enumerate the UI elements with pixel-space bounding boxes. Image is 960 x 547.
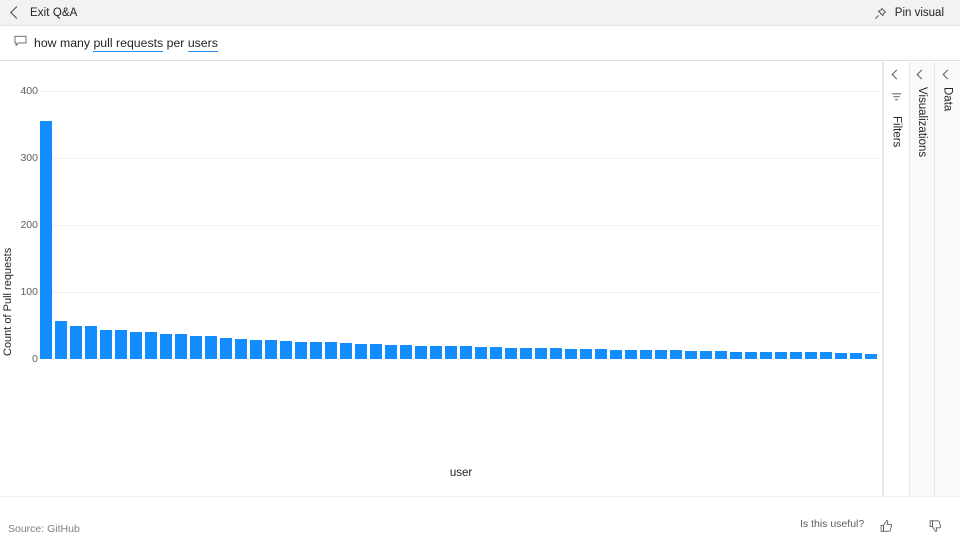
bar[interactable]: [775, 352, 787, 359]
speech-bubble-icon: [14, 34, 27, 52]
bar[interactable]: [190, 335, 202, 359]
qa-prefix: how many: [34, 36, 94, 50]
bar[interactable]: [550, 348, 562, 359]
pane-visualizations[interactable]: Visualizations: [909, 62, 934, 496]
qa-input-row: how many pull requests per users: [0, 26, 960, 61]
pane-filters[interactable]: Filters: [883, 62, 909, 496]
bar[interactable]: [100, 329, 112, 359]
filter-icon: [891, 90, 902, 108]
bar[interactable]: [445, 346, 457, 359]
qa-term-pull-requests[interactable]: pull requests: [93, 36, 164, 52]
qa-search-input[interactable]: how many pull requests per users: [8, 31, 952, 55]
qa-visual-page: Exit Q&A Pin visual how many pull reques…: [0, 0, 960, 547]
exit-qa-button[interactable]: Exit Q&A: [0, 0, 87, 26]
pane-data[interactable]: Data: [934, 62, 960, 496]
bar[interactable]: [715, 350, 727, 359]
bar[interactable]: [640, 350, 652, 359]
bar[interactable]: [565, 348, 577, 359]
bar[interactable]: [850, 352, 862, 359]
bar[interactable]: [430, 345, 442, 359]
pane-visualizations-label[interactable]: Visualizations: [916, 87, 928, 157]
bar[interactable]: [355, 343, 367, 359]
qa-question-text: how many pull requests per users: [34, 36, 218, 52]
bar[interactable]: [250, 339, 262, 359]
bar[interactable]: [220, 337, 232, 359]
bar[interactable]: [85, 326, 97, 359]
bar[interactable]: [340, 342, 352, 359]
bar[interactable]: [490, 346, 502, 359]
bar[interactable]: [325, 342, 337, 359]
bar[interactable]: [460, 346, 472, 359]
bar[interactable]: [385, 344, 397, 359]
footer-bar: Source: GitHub Is this useful?: [0, 496, 960, 547]
pin-visual-label: Pin visual: [894, 7, 944, 19]
bar[interactable]: [280, 340, 292, 359]
qa-term-users[interactable]: users: [187, 36, 218, 52]
thumbs-down-button[interactable]: [925, 518, 945, 538]
bar[interactable]: [115, 330, 127, 359]
bar[interactable]: [595, 348, 607, 359]
y-axis-tick-label: 400: [20, 85, 38, 97]
pin-visual-button[interactable]: Pin visual: [866, 0, 952, 26]
y-axis-tick-label: 300: [20, 152, 38, 164]
bar[interactable]: [130, 331, 142, 359]
bar[interactable]: [310, 342, 322, 359]
bar[interactable]: [610, 349, 622, 359]
bar[interactable]: [505, 347, 517, 359]
bar[interactable]: [55, 320, 67, 359]
bar[interactable]: [160, 333, 172, 359]
bar[interactable]: [70, 325, 82, 359]
bar[interactable]: [265, 340, 277, 359]
y-axis-ticks: 400 300 200 100 0: [0, 62, 38, 496]
bar[interactable]: [730, 351, 742, 359]
bar[interactable]: [670, 350, 682, 359]
bar[interactable]: [835, 352, 847, 359]
bar[interactable]: [415, 345, 427, 359]
pin-icon: [874, 7, 887, 20]
top-toolbar: Exit Q&A Pin visual: [0, 0, 960, 26]
bar[interactable]: [475, 346, 487, 359]
x-axis-title: user: [449, 467, 473, 479]
y-axis-tick-label: 0: [32, 353, 38, 365]
bar[interactable]: [535, 348, 547, 359]
bar[interactable]: [625, 349, 637, 359]
thumbs-up-icon: [879, 519, 893, 538]
y-axis-tick-label: 100: [20, 286, 38, 298]
exit-qa-label: Exit Q&A: [30, 6, 78, 19]
bar[interactable]: [700, 350, 712, 359]
plot-area: [40, 62, 882, 496]
bar[interactable]: [580, 348, 592, 359]
source-label: Source: GitHub: [8, 523, 80, 535]
thumbs-down-icon: [928, 519, 942, 538]
feedback-prompt: Is this useful?: [800, 518, 865, 530]
y-axis-tick-label: 200: [20, 219, 38, 231]
bar[interactable]: [820, 352, 832, 359]
bar[interactable]: [865, 353, 877, 359]
bar[interactable]: [295, 341, 307, 359]
pane-filters-label[interactable]: Filters: [891, 116, 903, 147]
chevron-collapse-icon-filters[interactable]: [892, 70, 902, 80]
chevron-collapse-icon-visualizations[interactable]: [917, 70, 927, 80]
bar[interactable]: [235, 338, 247, 359]
pane-data-label[interactable]: Data: [942, 87, 954, 111]
bar[interactable]: [685, 350, 697, 359]
bar[interactable]: [370, 344, 382, 359]
bar[interactable]: [205, 336, 217, 359]
chevron-left-icon: [10, 6, 23, 19]
bar-series: [40, 83, 882, 359]
bar[interactable]: [145, 332, 157, 359]
bar[interactable]: [805, 352, 817, 359]
qa-middle: per: [163, 36, 188, 50]
bar[interactable]: [790, 352, 802, 359]
bar[interactable]: [40, 121, 52, 359]
chevron-collapse-icon-data[interactable]: [943, 70, 953, 80]
bar[interactable]: [760, 351, 772, 359]
chart-canvas: Count of Pull requests 400 300 200 100 0 use…: [0, 62, 882, 547]
bar[interactable]: [175, 334, 187, 359]
bar[interactable]: [400, 344, 412, 359]
bar[interactable]: [655, 350, 667, 359]
thumbs-up-button[interactable]: [876, 518, 896, 538]
bar[interactable]: [745, 351, 757, 359]
bar[interactable]: [520, 347, 532, 359]
